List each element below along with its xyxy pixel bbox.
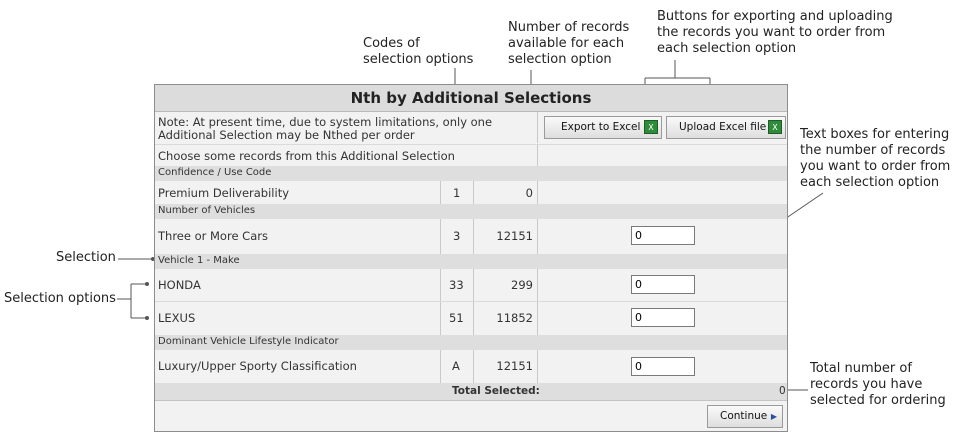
continue-label: Continue [720, 410, 768, 422]
excel-upload-icon: X [768, 120, 782, 134]
option-label: LEXUS [158, 311, 196, 325]
continue-button[interactable]: Continue ▶ [707, 405, 783, 428]
upload-excel-file-button[interactable]: Upload Excel file X [666, 116, 786, 139]
choose-text: Choose some records from this Additional… [158, 149, 455, 163]
column-divider [473, 166, 474, 383]
note-text: Note: At present time, due to system lim… [158, 115, 493, 142]
selection-header: Confidence / Use Code [155, 166, 787, 181]
column-divider [537, 112, 538, 143]
annotation-selection-options: Selection options [4, 291, 116, 306]
option-label: Premium Deliverability [158, 186, 290, 200]
records-quantity-input[interactable] [631, 357, 695, 376]
annotation-total-number: Total number of records you have selecte… [810, 361, 946, 408]
option-count: 299 [511, 278, 533, 292]
option-count: 0 [525, 186, 533, 200]
export-label: Export to Excel [561, 121, 641, 133]
annotation-codes: Codes of selection options [363, 36, 474, 67]
excel-icon: X [644, 120, 658, 134]
nth-selections-panel: Nth by Additional Selections Note: At pr… [154, 84, 788, 432]
option-code: 1 [453, 186, 461, 200]
records-quantity-input[interactable] [631, 226, 695, 245]
option-label: Luxury/Upper Sporty Classification [158, 359, 357, 373]
selection-header: Vehicle 1 - Make [155, 254, 787, 269]
option-count: 12151 [496, 359, 533, 373]
option-label: Three or More Cars [158, 229, 268, 243]
right-arrow-icon: ▶ [770, 412, 777, 421]
records-quantity-input[interactable] [631, 275, 695, 294]
total-value: 0 [779, 385, 786, 397]
option-count: 12151 [496, 229, 533, 243]
separator [155, 144, 787, 145]
annotation-text-boxes: Text boxes for entering the number of re… [800, 127, 951, 190]
panel-title: Nth by Additional Selections [155, 85, 787, 112]
export-to-excel-button[interactable]: Export to Excel X [544, 116, 662, 139]
separator [155, 400, 787, 401]
option-code: 3 [453, 229, 461, 243]
selection-header: Dominant Vehicle Lifestyle Indicator [155, 335, 787, 350]
option-code: 33 [449, 278, 464, 292]
annotation-records-available: Number of records available for each sel… [508, 20, 630, 67]
annotation-selection: Selection [56, 250, 116, 265]
column-divider [440, 166, 441, 383]
option-count: 11852 [496, 311, 533, 325]
option-label: HONDA [158, 278, 201, 292]
option-code: A [452, 359, 460, 373]
upload-label: Upload Excel file [679, 121, 767, 133]
total-label: Total Selected: [452, 385, 540, 397]
row-separator [155, 301, 787, 302]
selection-header: Number of Vehicles [155, 204, 787, 219]
records-quantity-input[interactable] [631, 308, 695, 327]
option-code: 51 [449, 311, 464, 325]
annotation-buttons: Buttons for exporting and uploading the … [657, 9, 893, 56]
